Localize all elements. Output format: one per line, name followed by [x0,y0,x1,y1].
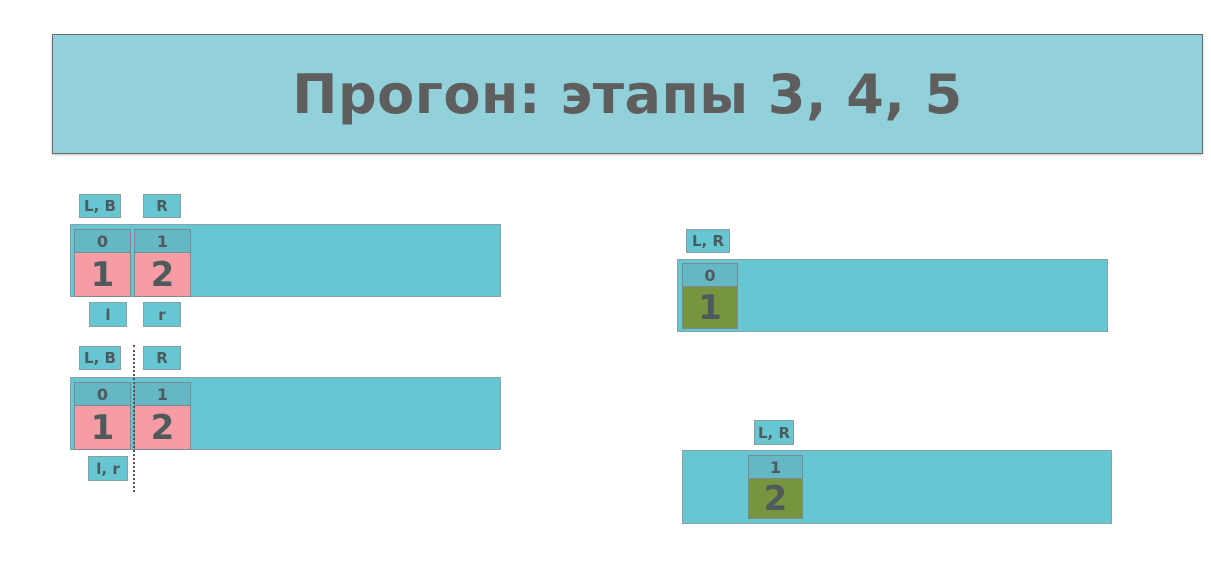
array-cell: 1 2 [748,455,803,519]
page-title: Прогон: этапы 3, 4, 5 [292,62,963,126]
cell-index: 1 [134,382,191,406]
pointer-label-R: R [143,346,181,370]
array-cell: 1 2 [134,382,191,450]
cell-value: 2 [134,253,191,297]
pointer-label-R: R [143,194,181,218]
cell-index: 0 [74,382,131,406]
cell-index: 0 [682,263,738,287]
cell-value: 1 [682,287,738,329]
array-strip [677,259,1108,332]
pointer-label-l: l [89,302,127,327]
cell-value: 2 [134,406,191,450]
array-cell: 1 2 [134,229,191,297]
cell-value: 2 [748,479,803,519]
pointer-label-L-B: L, B [79,346,121,370]
pointer-label-L-B: L, B [79,194,121,218]
array-cell: 0 1 [74,229,131,297]
pointer-label-l-r: l, r [88,456,128,481]
split-divider-line [133,345,135,492]
cell-index: 0 [74,229,131,253]
pointer-label-r: r [143,302,181,327]
array-strip [682,450,1112,524]
title-banner: Прогон: этапы 3, 4, 5 [52,34,1203,154]
pointer-label-L-R: L, R [754,420,794,445]
cell-index: 1 [134,229,191,253]
cell-value: 1 [74,253,131,297]
array-cell: 0 1 [682,263,738,329]
array-cell: 0 1 [74,382,131,450]
pointer-label-L-R: L, R [686,229,730,253]
cell-value: 1 [74,406,131,450]
cell-index: 1 [748,455,803,479]
